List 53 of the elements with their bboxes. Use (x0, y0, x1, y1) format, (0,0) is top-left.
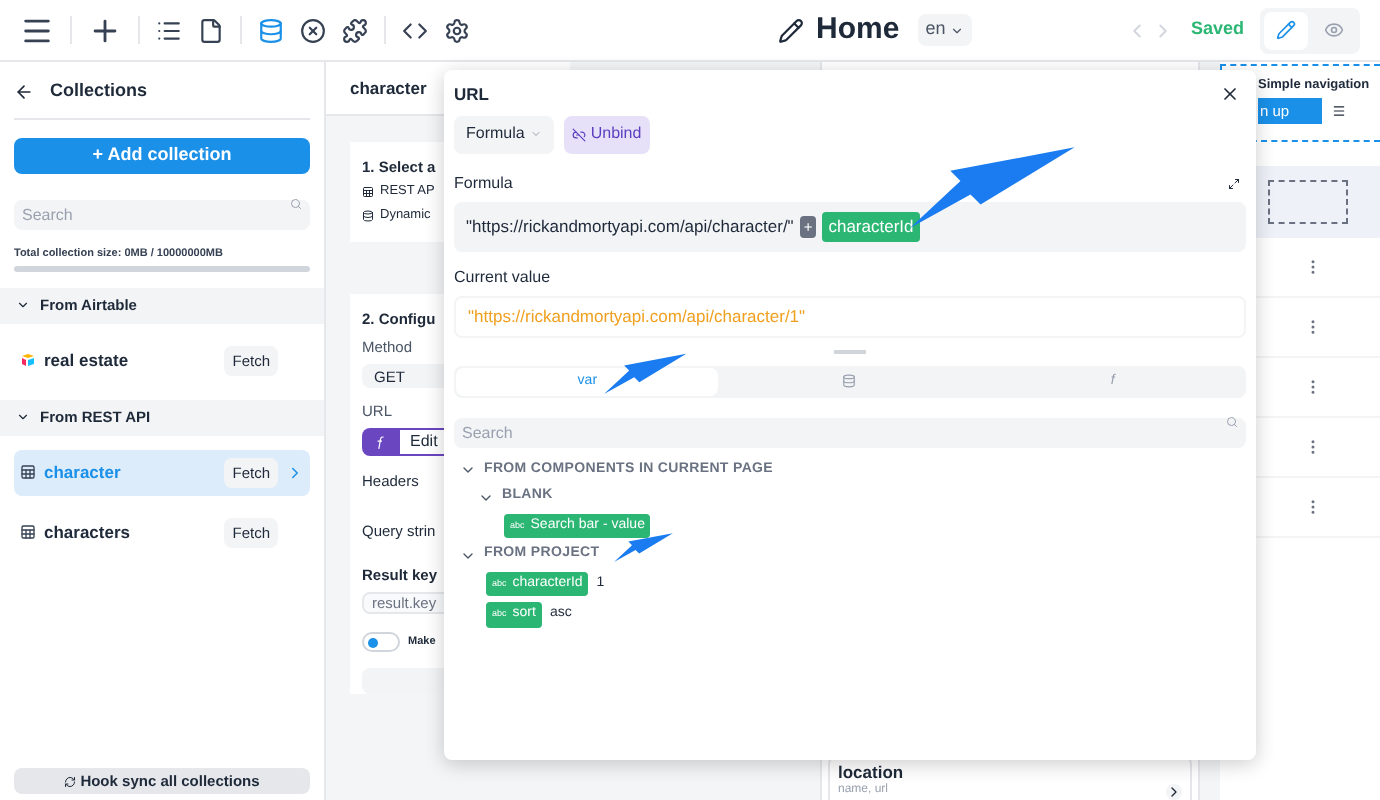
placeholder-block (1268, 180, 1348, 224)
chevron-icon (286, 463, 304, 482)
back-arrow-icon[interactable] (14, 81, 34, 102)
database-icon (362, 209, 374, 222)
formula-toggle[interactable] (362, 428, 398, 457)
sync-icon (64, 775, 77, 787)
search-icon (290, 197, 302, 209)
collection-name: characters (44, 519, 131, 546)
function-icon (376, 435, 384, 450)
eye-icon (1324, 20, 1344, 40)
list-icon[interactable] (156, 17, 182, 43)
database-icon[interactable] (258, 17, 284, 43)
table-icon (20, 464, 36, 481)
annotation-arrow (604, 352, 688, 399)
save-status: Saved (1190, 16, 1244, 43)
drag-handle[interactable] (834, 349, 866, 354)
language-select[interactable]: en (917, 14, 972, 46)
table-icon (20, 524, 36, 541)
table-icon (362, 186, 374, 199)
page-title: Home (816, 9, 900, 50)
unbind-button[interactable]: Unbind (564, 115, 650, 154)
unlink-icon (572, 127, 587, 142)
pencil-icon (1276, 20, 1296, 40)
sidebar-title: Collections (50, 78, 148, 104)
database-icon (842, 374, 857, 389)
settings-icon[interactable] (444, 17, 470, 43)
toggle-switch[interactable] (362, 632, 400, 653)
circle-x-icon[interactable] (300, 17, 326, 43)
close-icon[interactable] (1220, 84, 1240, 105)
code-icon[interactable] (402, 17, 428, 43)
mode-button[interactable] (1264, 11, 1308, 49)
menu-icon[interactable] (1332, 103, 1346, 118)
popup-title: URL (454, 82, 489, 108)
annotation-arrow (614, 532, 674, 565)
search-icon (1226, 415, 1238, 428)
mode-select[interactable]: Formula (454, 115, 555, 154)
card-title: location (838, 762, 906, 782)
current-value-field: "https://rickandmortyapi.com/api/character/1" (454, 295, 1246, 338)
page-icon[interactable] (198, 17, 224, 43)
puzzle-icon[interactable] (342, 17, 368, 43)
airtable-icon (20, 353, 36, 368)
formula-label: Formula (454, 171, 513, 196)
caret-icon[interactable] (460, 462, 476, 478)
search-field[interactable]: Search (14, 199, 310, 229)
caret-icon (530, 128, 543, 141)
collection-title: character (350, 75, 427, 101)
collection-name: character (44, 459, 121, 486)
search-field[interactable]: Search (454, 417, 1246, 448)
chevron-icon[interactable] (1166, 783, 1182, 799)
pencil-icon (778, 17, 804, 43)
collection-name: real estate (44, 347, 129, 374)
caret-icon (949, 23, 964, 37)
current-value-label: Current value (454, 265, 551, 290)
